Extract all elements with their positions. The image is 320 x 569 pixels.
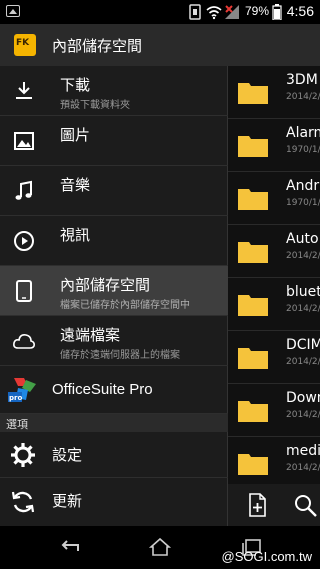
section-header-label: 選項 bbox=[6, 418, 28, 431]
battery-percent: 79% bbox=[245, 4, 270, 18]
folder-icon bbox=[238, 454, 268, 475]
officesuite-logo-icon: pro bbox=[8, 378, 36, 402]
file-name: Down bbox=[286, 390, 320, 406]
file-row[interactable]: Auto 2014/2/ bbox=[228, 225, 320, 277]
refresh-icon bbox=[11, 491, 35, 513]
image-icon bbox=[14, 132, 34, 150]
file-list: 3DM 2014/2/ Alarm 1970/1/ Andr 1970/1/ A… bbox=[228, 66, 320, 486]
play-circle-icon bbox=[14, 231, 34, 251]
file-date: 1970/1/ bbox=[286, 145, 320, 155]
file-row[interactable]: Alarm 1970/1/ bbox=[228, 119, 320, 171]
drawer-item-settings[interactable]: 設定 bbox=[0, 432, 228, 478]
drawer-item-pictures[interactable]: 圖片 bbox=[0, 116, 228, 166]
nfc-icon bbox=[189, 4, 201, 20]
folder-icon bbox=[238, 401, 268, 422]
watermark: @SOGI.com.tw bbox=[221, 549, 313, 564]
new-file-icon[interactable] bbox=[244, 492, 270, 518]
file-name: Auto bbox=[286, 231, 319, 247]
back-icon[interactable] bbox=[58, 537, 82, 557]
drawer-item-label: 內部儲存空間 bbox=[60, 276, 151, 294]
drawer-item-label: 視訊 bbox=[60, 226, 91, 244]
tablet-icon bbox=[16, 280, 32, 302]
file-row[interactable]: bluet 2014/2/ bbox=[228, 278, 320, 330]
drawer-item-label: 音樂 bbox=[60, 176, 91, 194]
wifi-icon bbox=[206, 6, 222, 20]
drawer-item-label: 設定 bbox=[52, 446, 83, 464]
drawer-item-label: 更新 bbox=[52, 492, 83, 510]
folder-icon bbox=[238, 348, 268, 369]
folder-icon bbox=[238, 295, 268, 316]
file-date: 2014/2/ bbox=[286, 304, 320, 314]
file-name: Alarm bbox=[286, 125, 320, 141]
app-logo-icon[interactable]: FK bbox=[14, 34, 36, 56]
drawer-item-refresh[interactable]: 更新 bbox=[0, 478, 228, 526]
signal-icon bbox=[225, 5, 239, 19]
search-icon[interactable] bbox=[292, 492, 318, 518]
drawer-item-label: 下載 bbox=[60, 76, 91, 94]
file-name: DCIM bbox=[286, 337, 320, 353]
file-date: 1970/1/ bbox=[286, 198, 320, 208]
section-header-options: 選項 bbox=[0, 414, 228, 432]
drawer-item-music[interactable]: 音樂 bbox=[0, 166, 228, 216]
file-row[interactable]: 3DM 2014/2/ bbox=[228, 66, 320, 118]
app-logo-text: FK bbox=[16, 38, 30, 48]
file-date: 2014/2/ bbox=[286, 410, 320, 420]
drawer-item-label: 遠端檔案 bbox=[60, 326, 121, 344]
drawer-item-subtitle: 預設下載資料夾 bbox=[60, 100, 130, 111]
drawer-item-video[interactable]: 視訊 bbox=[0, 216, 228, 266]
file-date: 2014/2/ bbox=[286, 251, 320, 261]
folder-icon bbox=[238, 83, 268, 104]
file-date: 2014/2/ bbox=[286, 357, 320, 367]
file-row[interactable]: DCIM 2014/2/ bbox=[228, 331, 320, 383]
file-name: bluet bbox=[286, 284, 320, 300]
drawer-item-downloads[interactable]: 下載 預設下載資料夾 bbox=[0, 66, 228, 116]
file-row[interactable]: Andr 1970/1/ bbox=[228, 172, 320, 224]
navigation-drawer: 下載 預設下載資料夾 圖片 音樂 視訊 內部儲存空間 檔案已儲存於內部儲存空間中 bbox=[0, 66, 228, 526]
download-icon bbox=[16, 82, 32, 99]
bottom-toolbar bbox=[228, 484, 320, 526]
drawer-item-officesuite[interactable]: pro OfficeSuite Pro bbox=[0, 366, 228, 414]
page-title: 內部儲存空間 bbox=[52, 37, 143, 55]
app-bar: FK 內部儲存空間 bbox=[0, 24, 320, 66]
drawer-item-subtitle: 儲存於遠端伺服器上的檔案 bbox=[60, 350, 180, 361]
status-bar: 79% 4:56 bbox=[0, 0, 320, 24]
file-row[interactable]: medi 2014/2/ bbox=[228, 437, 320, 486]
system-nav-bar: @SOGI.com.tw bbox=[0, 526, 320, 569]
file-date: 2014/2/ bbox=[286, 92, 320, 102]
clock: 4:56 bbox=[286, 3, 314, 19]
file-row[interactable]: Down 2014/2/ bbox=[228, 384, 320, 436]
drawer-item-internal-storage[interactable]: 內部儲存空間 檔案已儲存於內部儲存空間中 bbox=[0, 266, 228, 316]
svg-text:pro: pro bbox=[9, 394, 22, 402]
folder-icon bbox=[238, 189, 268, 210]
file-name: 3DM bbox=[286, 72, 318, 88]
file-name: medi bbox=[286, 443, 320, 459]
drawer-item-remote-files[interactable]: 遠端檔案 儲存於遠端伺服器上的檔案 bbox=[0, 316, 228, 366]
cloud-icon bbox=[13, 334, 35, 349]
file-date: 2014/2/ bbox=[286, 463, 320, 473]
drawer-item-label: 圖片 bbox=[60, 126, 91, 144]
gallery-notification-icon bbox=[6, 5, 20, 17]
home-icon[interactable] bbox=[148, 537, 172, 557]
folder-icon bbox=[238, 242, 268, 263]
drawer-item-subtitle: 檔案已儲存於內部儲存空間中 bbox=[60, 300, 190, 311]
drawer-item-label: OfficeSuite Pro bbox=[52, 381, 153, 398]
gear-icon bbox=[11, 443, 35, 467]
file-name: Andr bbox=[286, 178, 320, 194]
battery-icon bbox=[272, 4, 282, 20]
music-note-icon bbox=[15, 180, 32, 200]
folder-icon bbox=[238, 136, 268, 157]
